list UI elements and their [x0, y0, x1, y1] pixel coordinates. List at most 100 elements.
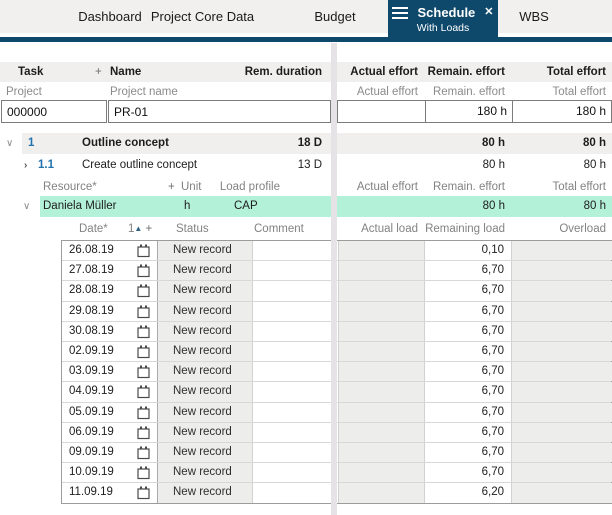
date-cell[interactable]: 29.08.19: [62, 302, 158, 321]
calendar-icon[interactable]: [137, 244, 150, 258]
col-actual-effort[interactable]: Actual effort: [338, 62, 424, 82]
actual-load-cell: [338, 302, 425, 321]
comment-cell[interactable]: [253, 423, 332, 442]
remaining-load-cell[interactable]: 6,70: [425, 302, 512, 321]
add-column-icon[interactable]: +: [95, 62, 102, 82]
date-cell[interactable]: 10.09.19: [62, 463, 158, 482]
remaining-load-cell[interactable]: 6,70: [425, 322, 512, 341]
col-name[interactable]: Name: [110, 62, 141, 82]
tab-schedule-label: Schedule: [417, 5, 475, 20]
date-cell[interactable]: 05.09.19: [62, 403, 158, 422]
tab-project-core-data[interactable]: Project Core Data: [135, 0, 270, 33]
resource-row-selected[interactable]: ∨ Daniela Müller h CAP 80 h 80 h: [0, 196, 612, 217]
date-cell[interactable]: 11.09.19: [62, 483, 158, 503]
remaining-load-cell[interactable]: 6,20: [425, 483, 512, 503]
add-column-icon[interactable]: +: [168, 179, 175, 195]
task-row: › 1.1 Create outline concept 13 D 80 h 8…: [0, 155, 612, 176]
resource-name[interactable]: Daniela Müller: [43, 196, 117, 217]
remaining-load-cell[interactable]: 6,70: [425, 261, 512, 280]
comment-cell[interactable]: [253, 342, 332, 361]
chevron-right-icon[interactable]: ›: [24, 155, 27, 176]
date-cell[interactable]: 28.08.19: [62, 281, 158, 300]
calendar-icon[interactable]: [137, 466, 150, 480]
date-cell[interactable]: 02.09.19: [62, 342, 158, 361]
comment-cell[interactable]: [253, 443, 332, 462]
col-resource[interactable]: Resource*: [43, 179, 97, 195]
date-cell[interactable]: 30.08.19: [62, 322, 158, 341]
calendar-icon[interactable]: [137, 385, 150, 399]
remaining-load-cell[interactable]: 0,10: [425, 241, 512, 260]
project-name-input[interactable]: [108, 100, 331, 123]
tab-schedule[interactable]: Schedule ✕ With Loads: [388, 0, 498, 42]
col-comment[interactable]: Comment: [254, 220, 304, 238]
calendar-icon[interactable]: [137, 365, 150, 379]
task-number[interactable]: 1.1: [38, 155, 54, 176]
col-remain-effort[interactable]: Remain. effort: [424, 62, 511, 82]
comment-cell[interactable]: [253, 261, 332, 280]
tabbar-underline: [0, 37, 612, 42]
date-cell[interactable]: 03.09.19: [62, 362, 158, 381]
tab-wbs[interactable]: WBS: [498, 0, 570, 33]
calendar-icon[interactable]: [137, 345, 150, 359]
comment-cell[interactable]: [253, 281, 332, 300]
col-status[interactable]: Status: [176, 220, 209, 238]
remaining-load-cell[interactable]: 6,70: [425, 281, 512, 300]
col-actual-load[interactable]: Actual load: [338, 220, 424, 238]
comment-cell[interactable]: [253, 382, 332, 401]
remaining-load-cell[interactable]: 6,70: [425, 423, 512, 442]
calendar-icon[interactable]: [137, 305, 150, 319]
sort-ascending-icon: ▲: [134, 224, 142, 233]
add-column-icon[interactable]: +: [146, 223, 153, 235]
menu-icon[interactable]: [392, 7, 408, 19]
comment-cell[interactable]: [253, 302, 332, 321]
calendar-icon[interactable]: [137, 284, 150, 298]
project-id-input[interactable]: [1, 100, 107, 123]
comment-cell[interactable]: [253, 483, 332, 503]
comment-cell[interactable]: [253, 362, 332, 381]
calendar-icon[interactable]: [137, 325, 150, 339]
remaining-load-cell[interactable]: 6,70: [425, 443, 512, 462]
remaining-load-cell[interactable]: 6,70: [425, 463, 512, 482]
comment-cell[interactable]: [253, 463, 332, 482]
remaining-load-value: 6,70: [482, 466, 504, 478]
chevron-down-icon[interactable]: ∨: [23, 196, 30, 217]
col-remaining-load[interactable]: Remaining load: [424, 220, 511, 238]
date-cell[interactable]: 04.09.19: [62, 382, 158, 401]
calendar-icon[interactable]: [137, 406, 150, 420]
date-cell[interactable]: 09.09.19: [62, 443, 158, 462]
task-remain-effort: 80 h: [424, 133, 511, 154]
comment-cell[interactable]: [253, 241, 332, 260]
col-date[interactable]: Date*: [79, 220, 108, 238]
tab-budget[interactable]: Budget: [295, 0, 375, 33]
overload-cell: [512, 281, 612, 300]
task-number[interactable]: 1: [28, 133, 34, 154]
col-overload[interactable]: Overload: [511, 220, 606, 238]
status-cell: New record: [158, 261, 253, 280]
project-actual-effort: [338, 101, 425, 122]
date-cell[interactable]: 26.08.19: [62, 241, 158, 260]
task-name[interactable]: Outline concept: [82, 133, 169, 154]
status-value: New record: [173, 486, 232, 498]
date-cell[interactable]: 27.08.19: [62, 261, 158, 280]
col-load-profile[interactable]: Load profile: [210, 179, 280, 195]
remaining-load-cell[interactable]: 6,70: [425, 362, 512, 381]
calendar-icon[interactable]: [137, 264, 150, 278]
remaining-load-cell[interactable]: 6,70: [425, 382, 512, 401]
calendar-icon[interactable]: [137, 446, 150, 460]
comment-cell[interactable]: [253, 322, 332, 341]
chevron-down-icon[interactable]: ∨: [6, 133, 13, 154]
task-name[interactable]: Create outline concept: [82, 155, 197, 176]
col-unit[interactable]: Unit: [181, 179, 201, 195]
col-task[interactable]: Task: [18, 62, 43, 82]
calendar-icon[interactable]: [137, 486, 150, 500]
remaining-load-cell[interactable]: 6,70: [425, 342, 512, 361]
calendar-icon[interactable]: [137, 426, 150, 440]
tab-schedule-sublabel: With Loads: [417, 22, 470, 34]
close-icon[interactable]: ✕: [484, 7, 493, 18]
col-total-effort[interactable]: Total effort: [511, 62, 606, 82]
col-rem-duration[interactable]: Rem. duration: [230, 62, 322, 82]
sort-indicator[interactable]: 1▲ +: [128, 220, 152, 238]
remaining-load-cell[interactable]: 6,70: [425, 403, 512, 422]
date-cell[interactable]: 06.09.19: [62, 423, 158, 442]
comment-cell[interactable]: [253, 403, 332, 422]
